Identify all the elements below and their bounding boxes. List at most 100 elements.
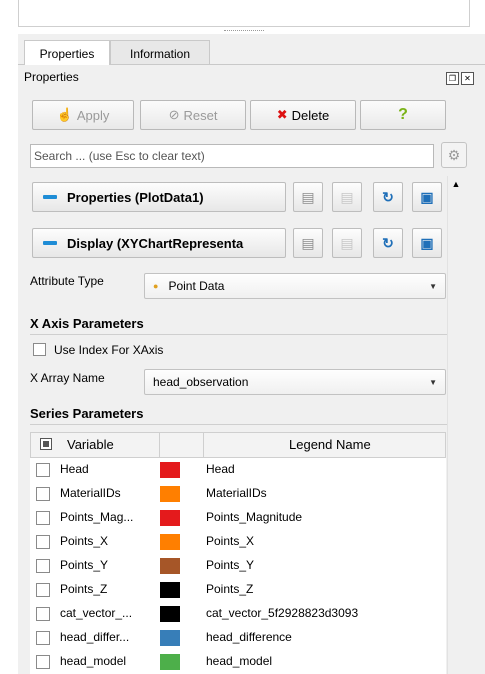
series-row[interactable]: head_model head_model — [30, 650, 446, 674]
series-variable-name: MaterialIDs — [60, 486, 121, 500]
series-color-swatch[interactable] — [160, 582, 180, 598]
series-visibility-checkbox[interactable] — [36, 559, 50, 573]
float-panel-icon[interactable]: ❐ — [446, 72, 459, 85]
delete-label: Delete — [291, 107, 330, 123]
display-section-title: Display (XYChartRepresenta — [67, 235, 244, 251]
series-row[interactable]: Points_X Points_X — [30, 530, 446, 554]
x-array-value: head_observation — [153, 375, 249, 389]
series-row[interactable]: Points_Z Points_Z — [30, 578, 446, 602]
series-variable-name: Points_Mag... — [60, 510, 134, 524]
select-all-checkbox[interactable] — [40, 438, 52, 450]
use-index-checkbox[interactable] — [33, 343, 46, 356]
series-color-swatch[interactable] — [160, 486, 180, 502]
series-color-swatch[interactable] — [160, 462, 180, 478]
col-variable[interactable]: Variable — [67, 433, 114, 457]
series-variable-name: Head — [60, 462, 89, 476]
use-index-label: Use Index For XAxis — [54, 343, 164, 357]
series-color-swatch[interactable] — [160, 558, 180, 574]
series-visibility-checkbox[interactable] — [36, 631, 50, 645]
series-visibility-checkbox[interactable] — [36, 511, 50, 525]
reset-icon: ⊘ — [168, 107, 180, 122]
series-legend-name[interactable]: Points_X — [206, 534, 254, 548]
copy-icon[interactable]: ▤ — [293, 182, 323, 212]
panel-header-buttons: ❐ ✕ — [444, 70, 474, 85]
series-visibility-checkbox[interactable] — [36, 655, 50, 669]
series-visibility-checkbox[interactable] — [36, 463, 50, 477]
series-legend-name[interactable]: head_difference — [206, 630, 292, 644]
point-data-icon: ● — [153, 281, 159, 291]
apply-button[interactable]: ☝ Apply — [32, 100, 134, 130]
x-array-select[interactable]: head_observation ▼ — [144, 369, 446, 395]
paste-icon[interactable]: ▤ — [332, 228, 362, 258]
paste-icon[interactable]: ▤ — [332, 182, 362, 212]
help-label: ? — [398, 106, 408, 123]
x-array-label: X Array Name — [30, 371, 105, 385]
series-visibility-checkbox[interactable] — [36, 487, 50, 501]
series-variable-name: Points_Z — [60, 582, 108, 596]
search-input[interactable]: Search ... (use Esc to clear text) — [30, 144, 434, 168]
series-table-body: Head Head MaterialIDs MaterialIDs Points_Mag… — [30, 458, 446, 674]
panel-title: Properties — [24, 70, 79, 84]
series-legend-name[interactable]: MaterialIDs — [206, 486, 267, 500]
series-variable-name: head_differ... — [60, 630, 130, 644]
series-visibility-checkbox[interactable] — [36, 607, 50, 621]
series-variable-name: head_model — [60, 654, 127, 668]
series-row[interactable]: Points_Y Points_Y — [30, 554, 446, 578]
series-color-swatch[interactable] — [160, 606, 180, 622]
series-row[interactable]: cat_vector_... cat_vector_5f2928823d3093 — [30, 602, 446, 626]
series-table-header: Variable Legend Name — [30, 432, 446, 458]
scrollbar[interactable] — [447, 176, 466, 674]
restore-defaults-icon[interactable]: ↻ — [373, 228, 403, 258]
series-row[interactable]: Head Head — [30, 458, 446, 482]
close-panel-icon[interactable]: ✕ — [461, 72, 474, 85]
series-variable-name: Points_X — [60, 534, 109, 548]
tab-properties[interactable]: Properties — [24, 40, 110, 65]
x-axis-divider — [30, 334, 447, 335]
advanced-settings-gear-icon[interactable]: ⚙ — [441, 142, 467, 168]
series-row[interactable]: head_differ... head_difference — [30, 626, 446, 650]
save-defaults-icon[interactable]: ▣ — [412, 182, 442, 212]
x-axis-heading: X Axis Parameters — [30, 316, 144, 331]
copy-icon[interactable]: ▤ — [293, 228, 323, 258]
delete-button[interactable]: ✖ Delete — [250, 100, 356, 130]
series-legend-name[interactable]: Head — [206, 462, 235, 476]
reset-button[interactable]: ⊘ Reset — [140, 100, 246, 130]
series-visibility-checkbox[interactable] — [36, 535, 50, 549]
series-row[interactable]: MaterialIDs MaterialIDs — [30, 482, 446, 506]
apply-icon: ☝ — [56, 107, 73, 122]
attribute-type-select[interactable]: ● Point Data ▼ — [144, 273, 446, 299]
tab-information[interactable]: Information — [110, 40, 210, 64]
series-legend-name[interactable]: Points_Magnitude — [206, 510, 302, 524]
properties-section-title: Properties (PlotData1) — [67, 189, 204, 205]
restore-defaults-icon[interactable]: ↻ — [373, 182, 403, 212]
apply-label: Apply — [76, 107, 110, 123]
series-color-swatch[interactable] — [160, 654, 180, 670]
series-legend-name[interactable]: cat_vector_5f2928823d3093 — [206, 606, 358, 620]
properties-section-header[interactable]: Properties (PlotData1) — [32, 182, 286, 212]
series-variable-name: Points_Y — [60, 558, 109, 572]
series-legend-name[interactable]: head_model — [206, 654, 272, 668]
series-color-swatch[interactable] — [160, 534, 180, 550]
series-divider — [30, 424, 447, 425]
col-divider — [159, 433, 160, 457]
collapse-dash-icon — [43, 241, 57, 245]
series-visibility-checkbox[interactable] — [36, 583, 50, 597]
attribute-type-label: Attribute Type — [30, 274, 104, 288]
col-legend-name[interactable]: Legend Name — [289, 433, 371, 457]
series-variable-name: cat_vector_... — [60, 606, 133, 620]
collapse-dash-icon — [43, 195, 57, 199]
series-row[interactable]: Points_Mag... Points_Magnitude — [30, 506, 446, 530]
help-button[interactable]: ? — [360, 100, 446, 130]
chevron-down-icon: ▼ — [429, 282, 437, 291]
save-defaults-icon[interactable]: ▣ — [412, 228, 442, 258]
series-color-swatch[interactable] — [160, 630, 180, 646]
chevron-down-icon: ▼ — [429, 378, 437, 387]
series-legend-name[interactable]: Points_Z — [206, 582, 253, 596]
delete-icon: ✖ — [276, 107, 288, 122]
scroll-up-arrow-icon[interactable]: ▲ — [449, 178, 463, 190]
col-divider — [203, 433, 204, 457]
display-section-header[interactable]: Display (XYChartRepresenta — [32, 228, 286, 258]
series-legend-name[interactable]: Points_Y — [206, 558, 254, 572]
reset-label: Reset — [183, 107, 218, 123]
series-color-swatch[interactable] — [160, 510, 180, 526]
